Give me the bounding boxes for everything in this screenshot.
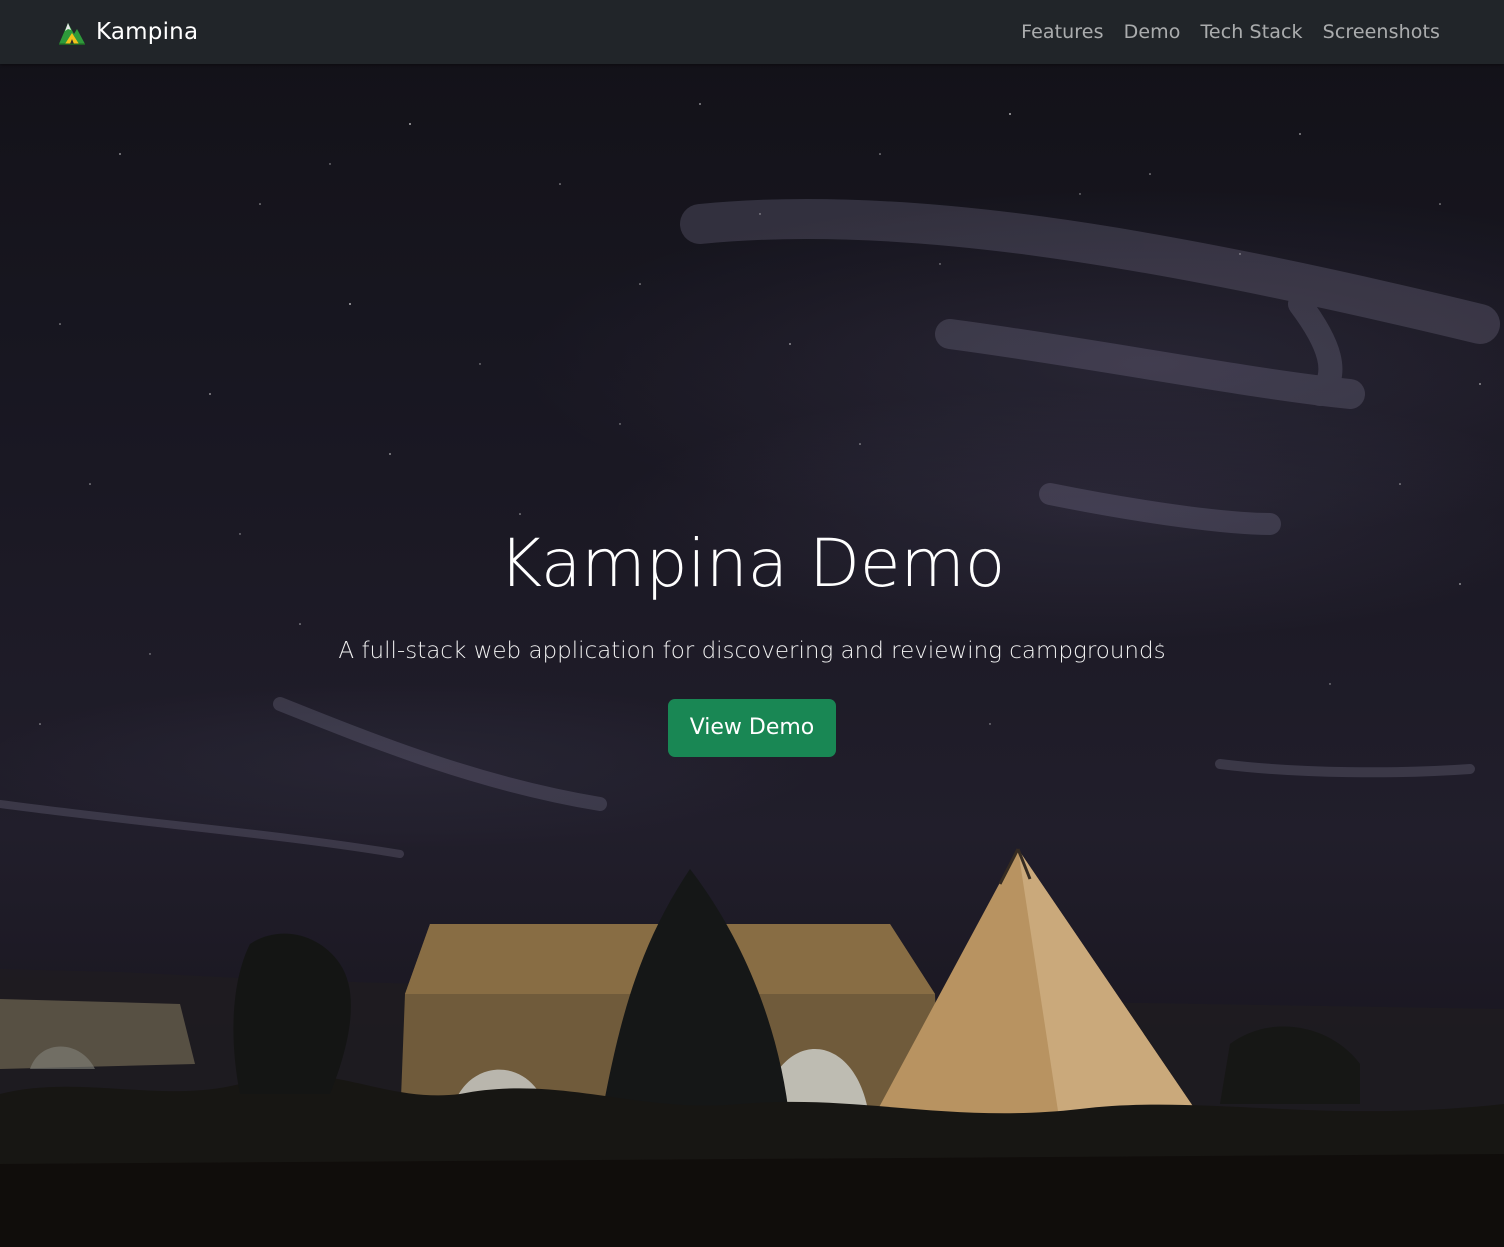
mountain-tent-logo-icon bbox=[59, 23, 85, 45]
nav-link-tech-stack[interactable]: Tech Stack bbox=[1200, 21, 1302, 43]
hero-title: Kampina Demo bbox=[498, 525, 1006, 602]
hero-content: Kampina Demo A full-stack web applicatio… bbox=[0, 524, 1504, 757]
nav-links: Features Demo Tech Stack Screenshots bbox=[1001, 0, 1440, 64]
view-demo-button[interactable]: View Demo bbox=[667, 699, 837, 757]
nav-link-features[interactable]: Features bbox=[1021, 21, 1104, 43]
navbar-brand[interactable]: Kampina bbox=[57, 16, 198, 48]
nav-link-demo[interactable]: Demo bbox=[1124, 21, 1181, 43]
nav-link-screenshots[interactable]: Screenshots bbox=[1323, 21, 1440, 43]
landing-page: Kampina Demo A full-stack web applicatio… bbox=[0, 0, 1504, 1247]
hero-section: Kampina Demo A full-stack web applicatio… bbox=[0, 64, 1504, 1247]
top-navbar: Kampina Features Demo Tech Stack Screens… bbox=[0, 0, 1504, 64]
hero-subtitle: A full-stack web application for discove… bbox=[338, 638, 1166, 664]
brand-name: Kampina bbox=[96, 19, 199, 45]
